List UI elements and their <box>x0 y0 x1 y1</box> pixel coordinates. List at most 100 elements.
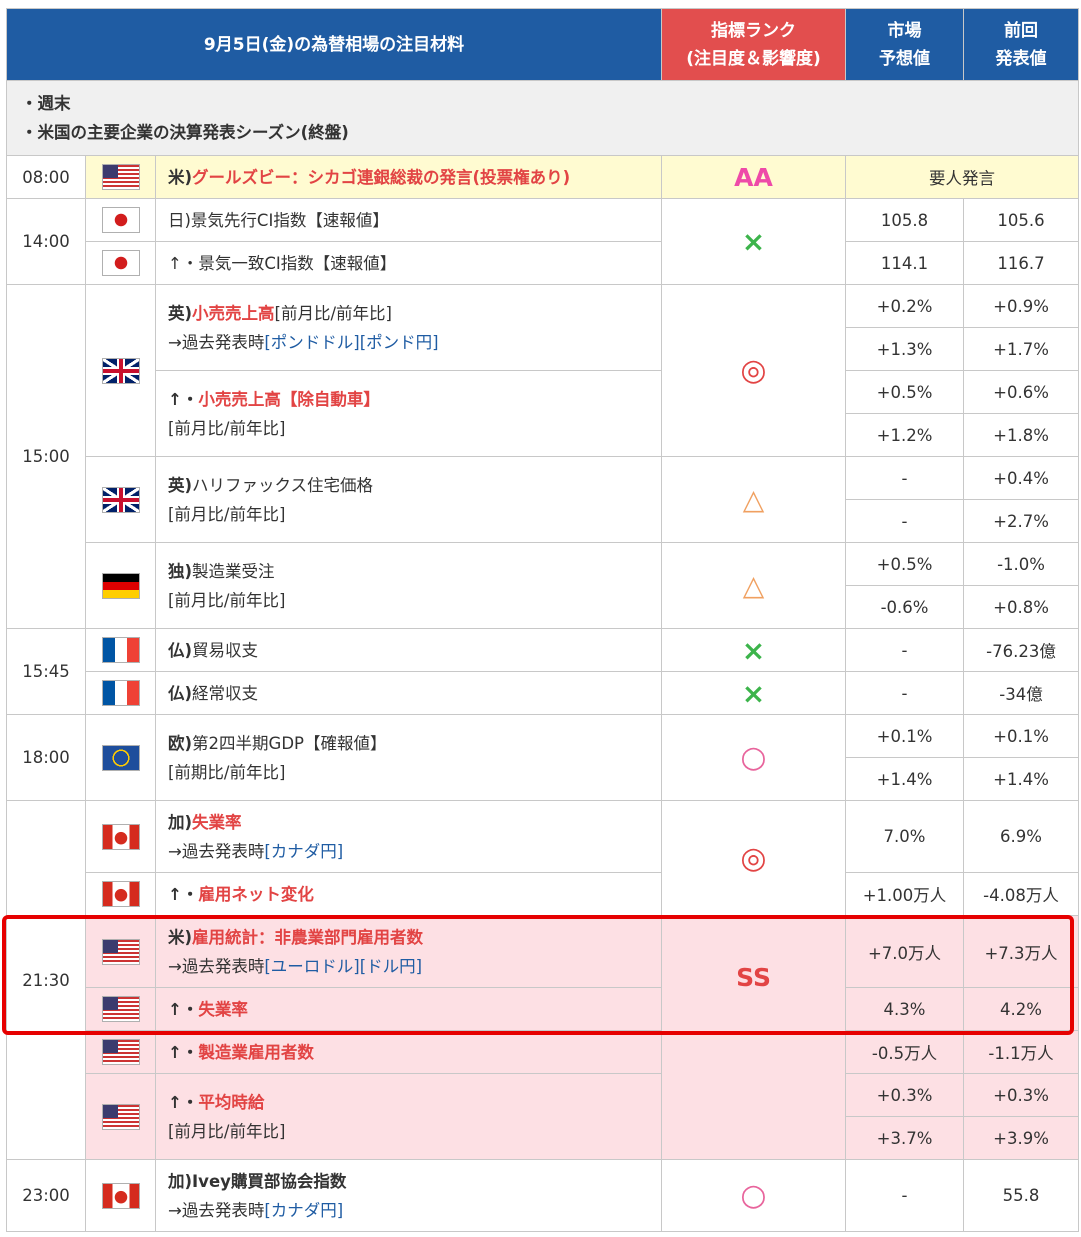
table-row: ↑・景気一致CI指数【速報値】 114.1 116.7 <box>7 241 1080 285</box>
rank-circle-icon: ○ <box>740 1178 767 1213</box>
table-row: ↑・雇用ネット変化 +1.00万人 -4.08万人 <box>7 872 1080 916</box>
time-cell: 18:00 <box>6 714 86 801</box>
previous-value: +0.4% <box>963 456 1080 500</box>
rank-double-circle-icon: ◎ <box>740 840 767 876</box>
previous-value: +1.8% <box>963 413 1080 457</box>
us-flag-icon <box>101 1103 140 1130</box>
eu-flag-icon <box>101 744 140 771</box>
forecast-value: +1.4% <box>845 757 965 801</box>
rank-header: 指標ランク (注目度＆影響度) <box>661 8 847 81</box>
indicator-name: ↑・平均時給 [前月比/前年比] <box>154 1073 663 1160</box>
forecast-value: +0.3% <box>845 1073 965 1117</box>
notes: ・週末 ・米国の主要企業の決算発表シーズン(終盤) <box>5 80 1080 156</box>
forecast-value: +1.3% <box>845 327 965 371</box>
highlight-frame <box>2 915 1074 1035</box>
jp-flag-icon <box>101 250 140 276</box>
remark-cell: 要人発言 <box>845 155 1080 199</box>
indicator-name: 加)Ivey購買部協会指数 →過去発表時[カナダ円] <box>154 1159 663 1232</box>
previous-value: -34億 <box>963 671 1080 715</box>
time-cell: 14:00 <box>6 198 86 285</box>
indicator-name: ↑・小売売上高【除自動車】 [前月比/前年比] <box>154 370 663 457</box>
forecast-value: -0.6% <box>845 585 965 629</box>
forecast-value: - <box>845 671 965 715</box>
economic-calendar-table: 9月5日(金)の為替相場の注目材料 指標ランク (注目度＆影響度) 市場 予想値 前… <box>5 8 1080 1232</box>
table-row: 15:00 英)小売売上高[前月比/前年比] →過去発表時[ポンドドル][ポンド… <box>6 284 1080 629</box>
forecast-value: +3.7% <box>845 1116 965 1160</box>
rank-triangle-icon: △ <box>742 569 765 602</box>
ca-flag-icon <box>101 823 140 850</box>
previous-value: 6.9% <box>963 800 1080 873</box>
forecast-value: 105.8 <box>845 198 965 242</box>
indicator-name: ↑・景気一致CI指数【速報値】 <box>154 241 663 285</box>
fr-flag-icon <box>101 637 140 663</box>
previous-value: +0.6% <box>963 370 1080 414</box>
forecast-value: -0.5万人 <box>845 1030 965 1074</box>
forecast-value: +0.1% <box>845 714 965 758</box>
uk-flag-icon <box>101 486 140 513</box>
page-title: 9月5日(金)の為替相場の注目材料 <box>5 8 663 81</box>
indicator-name: 加)失業率 →過去発表時[カナダ円] <box>154 800 663 873</box>
rank-badge: AA <box>734 162 773 192</box>
previous-value: 55.8 <box>963 1159 1080 1232</box>
forecast-value: - <box>845 1159 965 1232</box>
forecast-value: - <box>845 628 965 672</box>
previous-value: -1.1万人 <box>963 1030 1080 1074</box>
forecast-value: 114.1 <box>845 241 965 285</box>
previous-value: -1.0% <box>963 542 1080 586</box>
jp-flag-icon <box>101 207 140 233</box>
rank-circle-icon: ○ <box>740 740 767 775</box>
indicator-name: ↑・製造業雇用者数 <box>154 1030 663 1074</box>
indicator-name: 日)景気先行CI指数【速報値】 <box>154 198 663 242</box>
previous-header: 前回 発表値 <box>963 8 1080 81</box>
table-row: 英)ハリファックス住宅価格 [前月比/前年比] △ - +0.4% <box>7 456 1080 543</box>
forecast-value: +0.2% <box>845 284 965 328</box>
gbpjpy-link[interactable]: [ポンド円] <box>360 333 439 352</box>
previous-value: 105.6 <box>963 198 1080 242</box>
indicator-name: 英)ハリファックス住宅価格 [前月比/前年比] <box>154 456 663 543</box>
gbpusd-link[interactable]: [ポンドドル] <box>264 333 359 352</box>
ca-flag-icon <box>101 881 140 907</box>
ca-flag-icon <box>101 1182 140 1209</box>
cadjpy-link[interactable]: [カナダ円] <box>264 1201 343 1220</box>
rank-cross-icon: × <box>741 225 766 258</box>
indicator-name: 英)小売売上高[前月比/前年比] →過去発表時[ポンドドル][ポンド円] <box>154 284 663 371</box>
table-row: 14:00 日)景気先行CI指数【速報値】 × 105.8 105.6 <box>6 198 1080 285</box>
time-cell: 08:00 <box>6 155 86 199</box>
previous-value: -76.23億 <box>963 628 1080 672</box>
us-flag-icon <box>101 164 140 190</box>
cadjpy-link[interactable]: [カナダ円] <box>264 842 343 861</box>
previous-value: +0.8% <box>963 585 1080 629</box>
time-cell: 15:45 <box>6 628 86 715</box>
previous-value: +0.1% <box>963 714 1080 758</box>
us-flag-icon <box>101 1039 140 1065</box>
indicator-name: 仏)経常収支 <box>154 671 663 715</box>
rank-double-circle-icon: ◎ <box>740 353 767 388</box>
de-flag-icon <box>101 572 140 599</box>
forecast-value: +1.00万人 <box>845 872 965 916</box>
indicator-name: 欧)第2四半期GDP【確報値】 [前期比/前年比] <box>154 714 663 801</box>
table-row: 15:45 仏)貿易収支 × - -76.23億 <box>6 628 1080 715</box>
table-row: 仏)経常収支 × - -34億 <box>7 671 1080 715</box>
previous-value: +3.9% <box>963 1116 1080 1160</box>
indicator-name: 仏)貿易収支 <box>154 628 663 672</box>
table-row: 08:00 米)グールズビー：シカゴ連銀総裁の発言(投票権あり) AA 要人発言 <box>6 155 1080 199</box>
indicator-name: 独)製造業受注 [前月比/前年比] <box>154 542 663 629</box>
table-header: 9月5日(金)の為替相場の注目材料 指標ランク (注目度＆影響度) 市場 予想値 前… <box>5 8 1080 81</box>
uk-flag-icon <box>101 357 140 384</box>
forecast-value: - <box>845 456 965 500</box>
rank-cross-icon: × <box>741 633 766 667</box>
previous-value: +1.4% <box>963 757 1080 801</box>
time-cell: 15:00 <box>6 284 86 629</box>
previous-value: 116.7 <box>963 241 1080 285</box>
rank-cross-icon: × <box>741 676 766 710</box>
fr-flag-icon <box>101 680 140 706</box>
table-row: ↑・製造業雇用者数 -0.5万人 -1.1万人 <box>7 1030 1080 1074</box>
forecast-value: +0.5% <box>845 542 965 586</box>
forecast-value: +0.5% <box>845 370 965 414</box>
table-row: 23:00 加)Ivey購買部協会指数 →過去発表時[カナダ円] ○ - 55.… <box>6 1159 1080 1232</box>
indicator-name: 米)グールズビー：シカゴ連銀総裁の発言(投票権あり) <box>154 155 663 199</box>
table-row: 21:30 加)失業率 →過去発表時[カナダ円] ◎ 7.0% 6.9% <box>6 800 1080 1160</box>
forecast-value: +1.2% <box>845 413 965 457</box>
previous-value: +0.9% <box>963 284 1080 328</box>
rank-triangle-icon: △ <box>742 483 765 516</box>
